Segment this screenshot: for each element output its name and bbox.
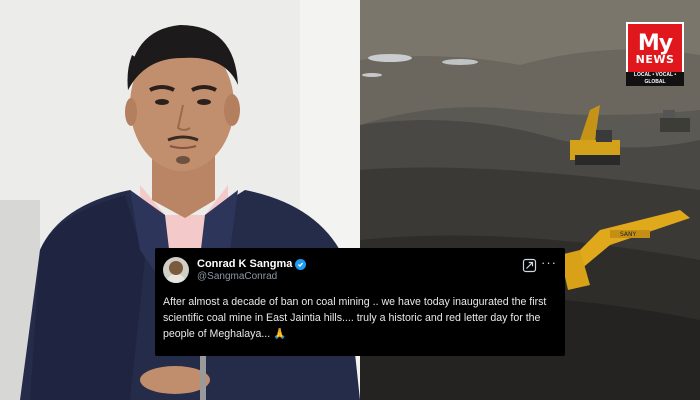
tweet-header: Conrad K Sangma @SangmaConrad <box>163 254 557 286</box>
tweet-card: Conrad K Sangma @SangmaConrad ··· After … <box>155 248 565 356</box>
avatar-face <box>169 261 183 275</box>
author-display-name[interactable]: Conrad K Sangma <box>197 258 292 270</box>
author-handle[interactable]: @SangmaConrad <box>197 271 306 282</box>
more-options-icon[interactable]: ··· <box>541 256 557 269</box>
avatar[interactable] <box>163 257 189 283</box>
grok-icon[interactable] <box>522 258 537 273</box>
avatar-body <box>166 274 186 283</box>
tweet-text: After almost a decade of ban on coal min… <box>163 296 547 340</box>
tweet-author: Conrad K Sangma @SangmaConrad <box>197 258 307 282</box>
mynews-logo: My NEWS <box>626 22 684 78</box>
logo-text-news: NEWS <box>635 53 675 66</box>
logo-tagline: LOCAL • VOCAL • GLOBAL <box>626 72 684 86</box>
svg-text:SANY: SANY <box>620 231 637 238</box>
author-name-row: Conrad K Sangma <box>197 258 307 270</box>
verified-badge-icon <box>295 258 307 270</box>
logo-text-my: My <box>637 31 673 56</box>
